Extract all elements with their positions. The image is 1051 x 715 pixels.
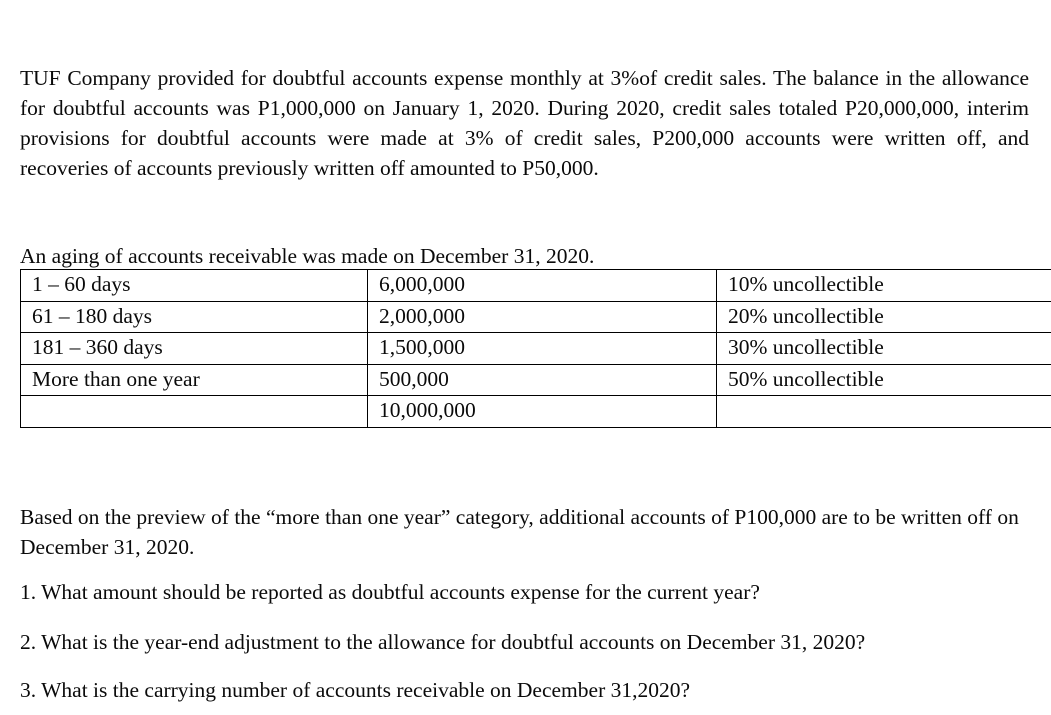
table-row: More than one year 500,000 50% uncollect… bbox=[20, 363, 1051, 396]
preview-note-paragraph: Based on the preview of the “more than o… bbox=[20, 504, 1019, 559]
table-row: 1 – 60 days 6,000,000 10% uncollectible bbox=[20, 269, 1051, 302]
table-row-total: 10,000,000 bbox=[20, 395, 1051, 428]
aging-rate-cell-empty bbox=[716, 395, 1051, 428]
aging-amount-cell: 2,000,000 bbox=[367, 300, 717, 333]
aging-bracket-cell: More than one year bbox=[20, 363, 368, 396]
intro-paragraph: TUF Company provided for doubtful accoun… bbox=[20, 65, 1029, 180]
aging-bracket-cell: 1 – 60 days bbox=[20, 269, 368, 302]
aging-rate-cell: 10% uncollectible bbox=[716, 269, 1051, 302]
aging-rate-cell: 50% uncollectible bbox=[716, 363, 1051, 396]
aging-amount-cell: 500,000 bbox=[367, 363, 717, 396]
aging-rate-cell: 20% uncollectible bbox=[716, 300, 1051, 333]
aging-note-paragraph: An aging of accounts receivable was made… bbox=[20, 243, 595, 268]
aging-total-amount-cell: 10,000,000 bbox=[367, 395, 717, 428]
aging-bracket-cell: 181 – 360 days bbox=[20, 332, 368, 365]
aging-amount-cell: 1,500,000 bbox=[367, 332, 717, 365]
table-row: 181 – 360 days 1,500,000 30% uncollectib… bbox=[20, 332, 1051, 365]
document-page: TUF Company provided for doubtful accoun… bbox=[0, 0, 1051, 715]
aging-bracket-cell: 61 – 180 days bbox=[20, 300, 368, 333]
question-3: 3. What is the carrying number of accoun… bbox=[20, 677, 691, 702]
table-row: 61 – 180 days 2,000,000 20% uncollectibl… bbox=[20, 300, 1051, 333]
aging-of-accounts-receivable-table: 1 – 60 days 6,000,000 10% uncollectible … bbox=[20, 269, 1051, 428]
aging-amount-cell: 6,000,000 bbox=[367, 269, 717, 302]
question-2: 2. What is the year-end adjustment to th… bbox=[20, 629, 866, 654]
question-1: 1. What amount should be reported as dou… bbox=[20, 579, 760, 604]
aging-bracket-cell-empty bbox=[20, 395, 368, 428]
aging-rate-cell: 30% uncollectible bbox=[716, 332, 1051, 365]
